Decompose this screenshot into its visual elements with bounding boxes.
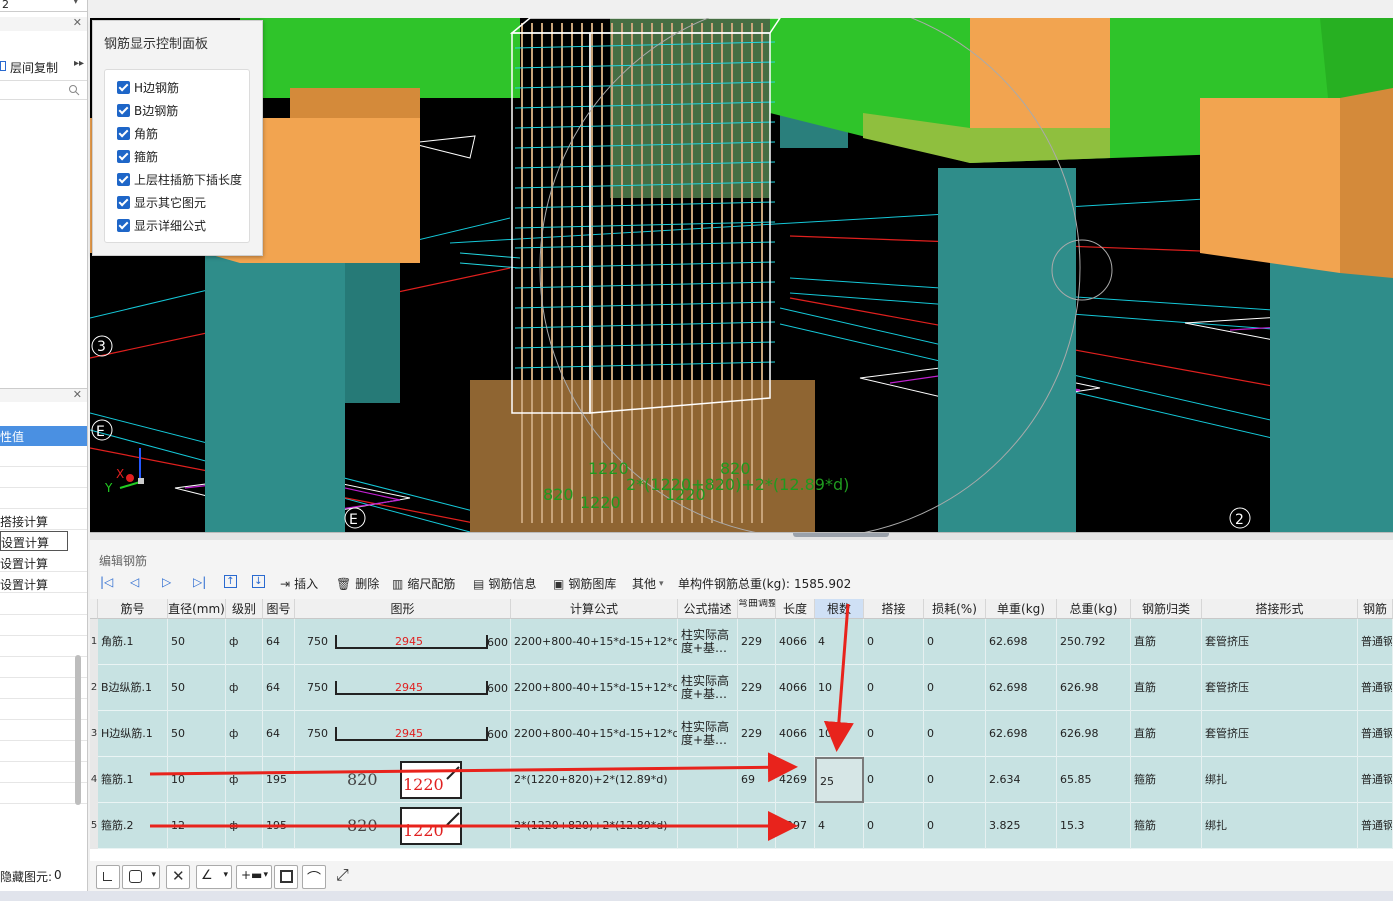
column-middle bbox=[938, 168, 1076, 532]
beam-green bbox=[240, 18, 520, 98]
annotation-arrow bbox=[823, 603, 854, 752]
panel-header: ✕ bbox=[0, 16, 87, 31]
option-label: 箍筋 bbox=[134, 149, 159, 164]
rebar-editor-panel: 编辑钢筋 |◁ ◁ ▷ ▷| ↑ ↓ ⇥ 插入 🗑 删除 ▥ 缩尺配筋 ▤ 钢筋信息 ▣… bbox=[90, 540, 1393, 901]
rebar-3d-scene[interactable]: 3 E E 2 1220 820 820 1220 1220 2*(1220+8… bbox=[90, 18, 1393, 532]
option-label: B边钢筋 bbox=[134, 103, 179, 118]
expand-icon[interactable]: ⤢ bbox=[336, 865, 349, 885]
checkbox-checked-icon[interactable] bbox=[117, 103, 130, 117]
prop-row-label: 搭接计算 bbox=[0, 515, 49, 529]
prop-row-selected[interactable]: 设置计算 bbox=[0, 531, 68, 551]
column-left bbox=[205, 238, 345, 532]
corner-icon bbox=[103, 872, 112, 881]
checkbox-checked-icon[interactable] bbox=[117, 149, 130, 163]
floor-select[interactable]: 2 ▾ bbox=[0, 0, 87, 12]
dimension-label: 2*(1220+820)+2*(12.89*d) bbox=[626, 475, 849, 494]
option-label: 显示其它图元 bbox=[134, 195, 207, 210]
floor-select-value: 2 bbox=[2, 0, 9, 11]
search-icon bbox=[69, 85, 80, 96]
control-panel-title: 钢筋显示控制面板 bbox=[104, 37, 209, 52]
chevron-down-icon: ▾ bbox=[151, 870, 156, 880]
axis-label: 3 bbox=[97, 339, 106, 355]
option-show-other-elements[interactable]: 显示其它图元 bbox=[117, 193, 206, 211]
annotation-layer bbox=[149, 603, 854, 841]
checkbox-checked-icon[interactable] bbox=[117, 195, 130, 209]
add-dimension-button[interactable]: +▬ ▾ bbox=[236, 865, 272, 889]
floor-copy-label: 层间复制 bbox=[10, 61, 59, 75]
search-input[interactable] bbox=[0, 80, 87, 100]
corner-view-button[interactable] bbox=[96, 865, 120, 889]
prop-empty-rows bbox=[0, 446, 87, 509]
prop-row-label: 设置计算 bbox=[0, 578, 49, 592]
prop-row[interactable]: 设置计算 bbox=[0, 552, 87, 572]
chevron-down-icon: ▾ bbox=[263, 870, 268, 880]
axis-label: 2 bbox=[1235, 512, 1244, 528]
cross-icon: ✕ bbox=[172, 867, 185, 885]
cross-select-button[interactable]: ✕ bbox=[166, 865, 190, 889]
option-h-side-rebar[interactable]: H边钢筋 bbox=[117, 78, 179, 96]
angle-tool-button[interactable]: ∠ ▾ bbox=[196, 865, 232, 889]
option-show-detailed-formula[interactable]: 显示详细公式 bbox=[117, 216, 206, 234]
y-axis-label: Y bbox=[104, 481, 113, 495]
prop-row[interactable]: 设置计算 bbox=[0, 573, 87, 593]
checkbox-checked-icon[interactable] bbox=[117, 80, 130, 94]
option-label: 角筋 bbox=[134, 126, 159, 141]
prop-row[interactable]: 搭接计算 bbox=[0, 510, 87, 530]
option-label: 显示详细公式 bbox=[134, 218, 207, 233]
pier-orange-side bbox=[1340, 88, 1393, 278]
prop-header: 性值 bbox=[0, 426, 87, 446]
layer-icon bbox=[280, 870, 293, 883]
option-label: 上层柱插筋下插长度 bbox=[134, 172, 243, 187]
prop-panel-header: ✕ bbox=[0, 388, 87, 402]
pier-orange bbox=[970, 18, 1110, 128]
angle-icon: ∠ bbox=[201, 868, 213, 883]
rect-select-icon bbox=[129, 870, 142, 883]
scrollbar[interactable] bbox=[75, 655, 81, 805]
splitter[interactable] bbox=[90, 532, 1393, 540]
checkbox-checked-icon[interactable] bbox=[117, 218, 130, 232]
control-panel-options: H边钢筋 B边钢筋 角筋 箍筋 上层柱插筋下插长度 显示其它图元 显示详细公式 bbox=[104, 69, 250, 243]
close-icon[interactable]: ✕ bbox=[73, 388, 82, 401]
option-upper-dowel-length[interactable]: 上层柱插筋下插长度 bbox=[117, 170, 242, 188]
arc-icon: ⌒ bbox=[307, 871, 321, 887]
box-select-button[interactable]: ▾ bbox=[122, 865, 160, 889]
x-axis-label: X bbox=[116, 467, 124, 481]
axis-label: E bbox=[349, 512, 358, 528]
3d-viewport[interactable]: 3 E E 2 1220 820 820 1220 1220 2*(1220+8… bbox=[90, 18, 1393, 532]
pier-orange bbox=[1200, 98, 1340, 273]
pier-orange-top bbox=[290, 88, 420, 118]
prop-row-label: 设置计算 bbox=[0, 557, 49, 571]
option-stirrup[interactable]: 箍筋 bbox=[117, 147, 158, 165]
bottom-toolbar: ▾ ✕ ∠ ▾ +▬ ▾ ⌒ ⤢ bbox=[0, 861, 1393, 891]
option-label: H边钢筋 bbox=[134, 80, 180, 95]
option-b-side-rebar[interactable]: B边钢筋 bbox=[117, 101, 178, 119]
dimension-label: 820 bbox=[543, 485, 574, 504]
annotation-arrow bbox=[149, 752, 798, 783]
axis-label: E bbox=[96, 424, 105, 440]
plus-line-icon: +▬ bbox=[241, 868, 263, 882]
floor-copy-button[interactable]: 层间复制 ▸▸ bbox=[0, 56, 87, 78]
more-icon[interactable]: ▸▸ bbox=[74, 58, 84, 69]
dimension-label: 1220 bbox=[580, 493, 621, 512]
option-corner-rebar[interactable]: 角筋 bbox=[117, 124, 158, 142]
copy-icon bbox=[0, 61, 6, 71]
close-icon[interactable]: ✕ bbox=[73, 16, 82, 29]
left-panel: 2 ▾ ✕ 层间复制 ▸▸ ✕ 性值 搭接计算 设置计算 设置计算 设置计算 隐… bbox=[0, 0, 88, 901]
prop-row-label: 设置计算 bbox=[1, 536, 50, 550]
chevron-down-icon[interactable]: ▾ bbox=[73, 0, 78, 7]
checkbox-checked-icon[interactable] bbox=[117, 126, 130, 140]
arc-tool-button[interactable]: ⌒ bbox=[302, 865, 326, 889]
dimension-label: 1220 bbox=[588, 459, 629, 478]
column-right bbox=[1270, 258, 1393, 532]
splitter-handle[interactable] bbox=[793, 533, 889, 537]
prop-header-label: 性值 bbox=[0, 430, 25, 444]
chevron-down-icon: ▾ bbox=[223, 870, 228, 880]
layer-button[interactable] bbox=[274, 865, 298, 889]
checkbox-checked-icon[interactable] bbox=[117, 172, 130, 186]
status-strip bbox=[0, 891, 1393, 901]
rebar-display-control-panel: 钢筋显示控制面板 H边钢筋 B边钢筋 角筋 箍筋 上层柱插筋下插长度 显示其它图… bbox=[92, 20, 263, 256]
